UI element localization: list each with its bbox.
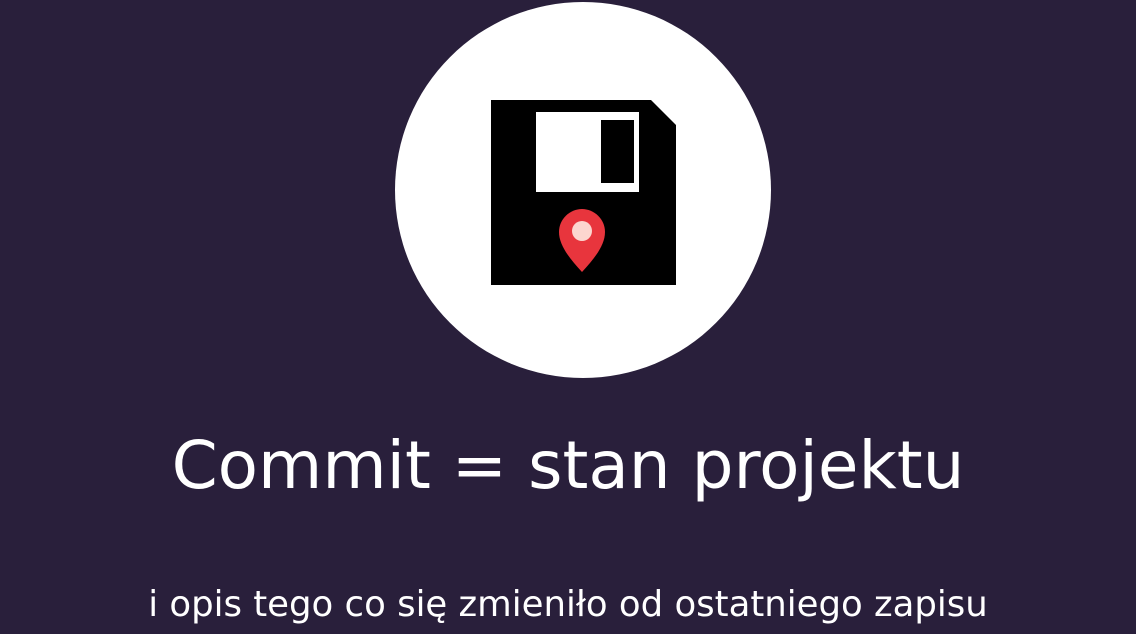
slide-subtitle: i opis tego co się zmieniło od ostatnieg… — [148, 584, 988, 625]
slide-title: Commit = stan projektu — [171, 427, 965, 504]
floppy-disk-icon — [491, 100, 676, 285]
icon-circle — [395, 2, 771, 378]
